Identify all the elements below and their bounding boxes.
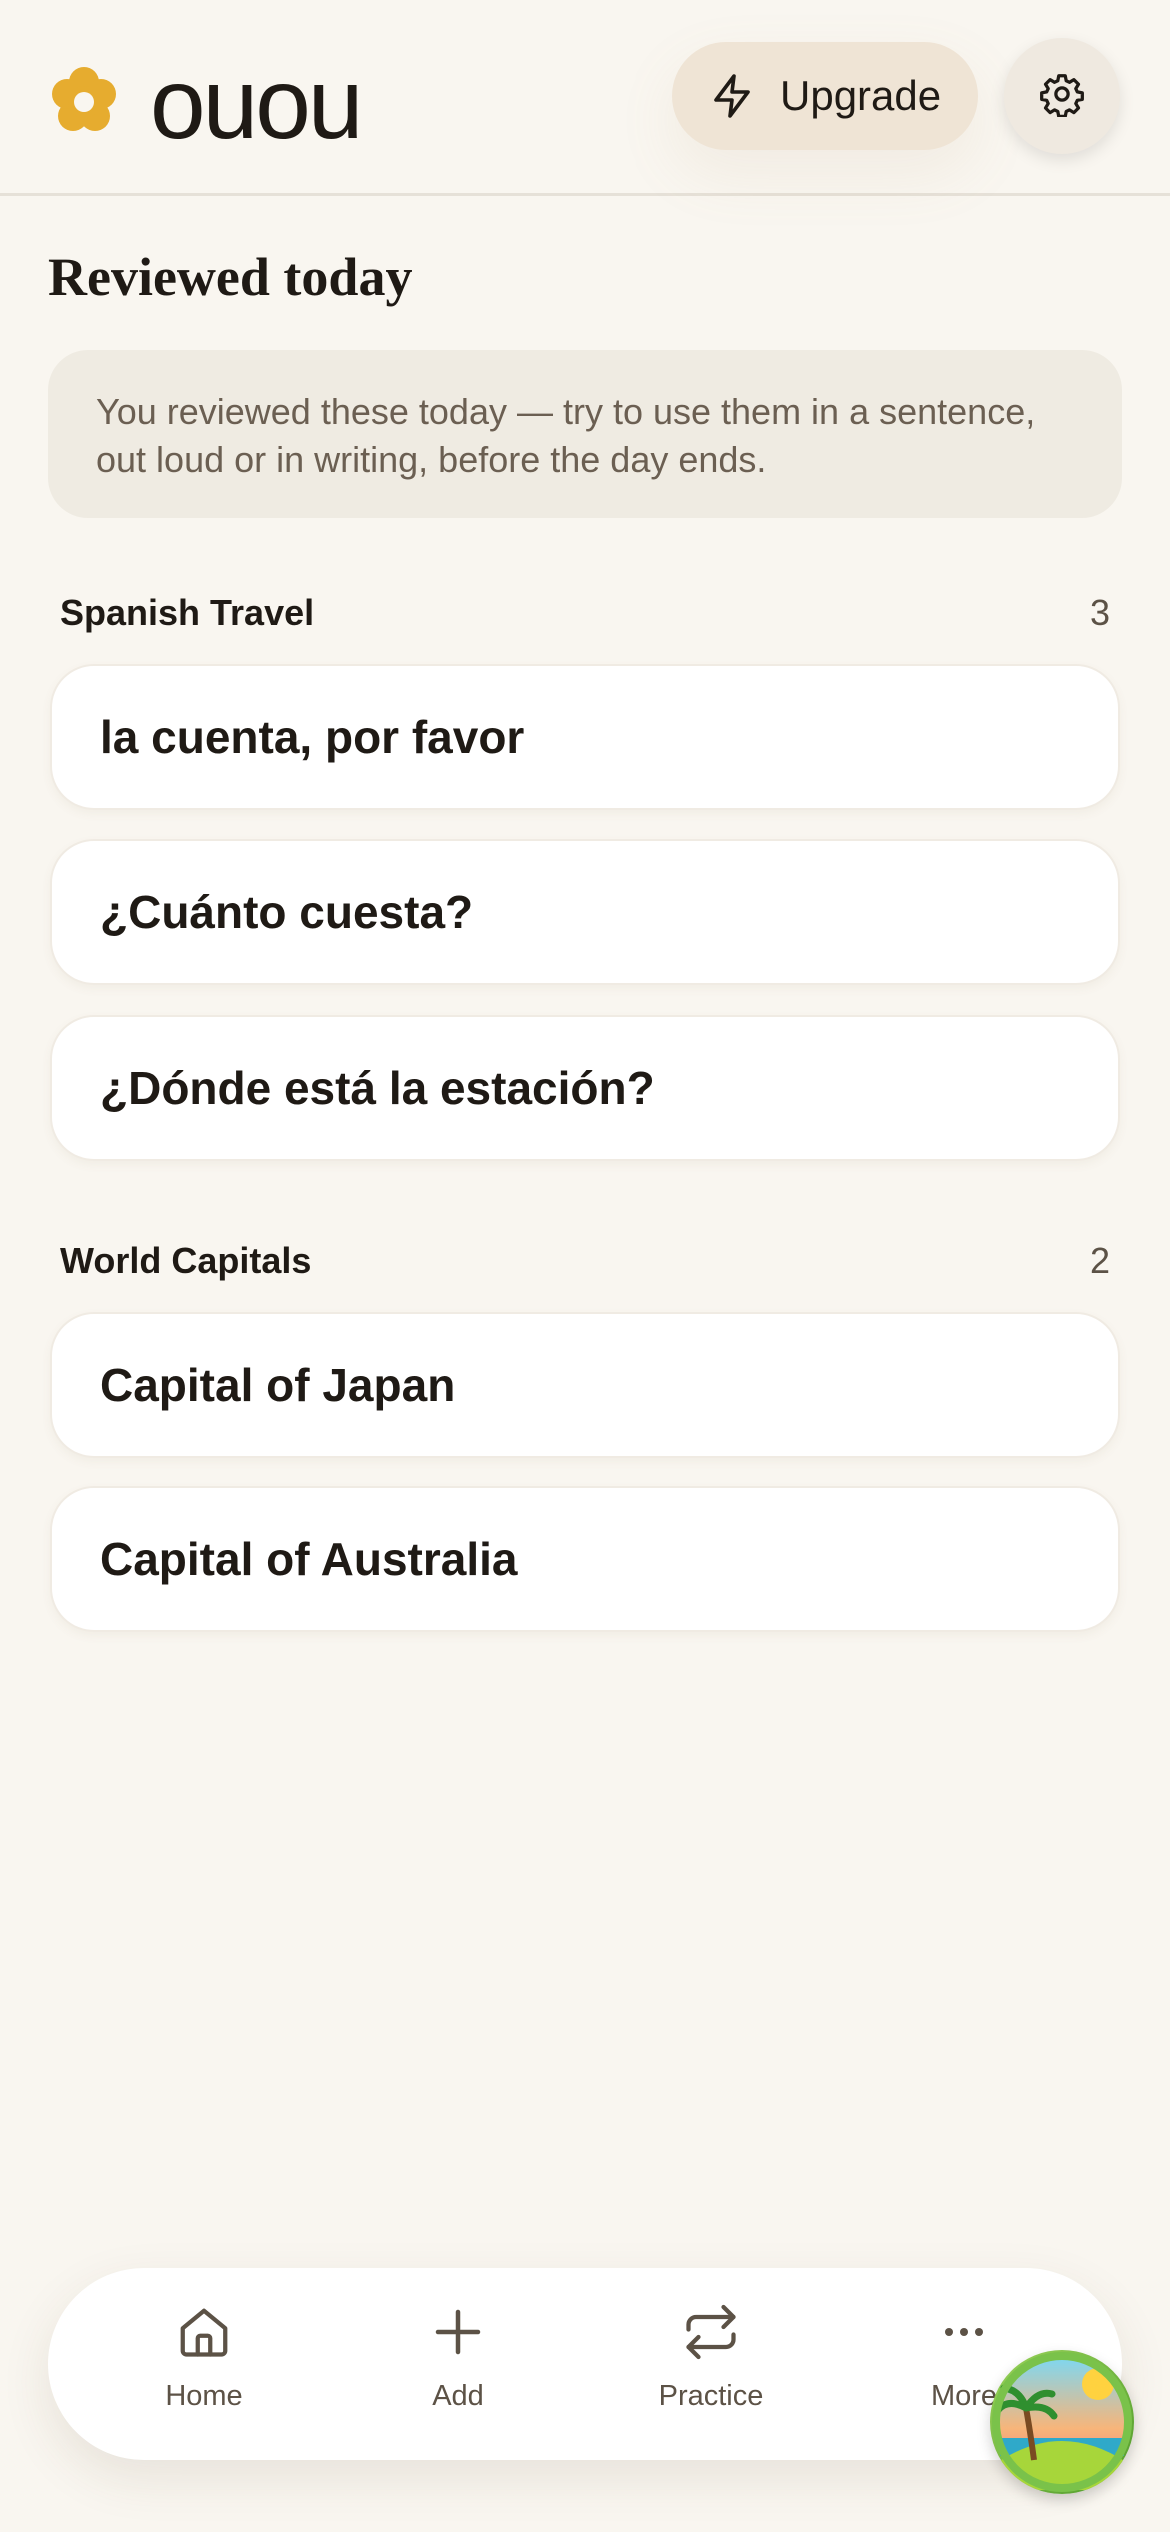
- app-header: ouou Upgrade: [0, 0, 1170, 196]
- deck-name: World Capitals: [60, 1240, 312, 1281]
- nav-label: Add: [432, 2380, 484, 2412]
- deck-header-world-capitals: World Capitals 2: [60, 1240, 1110, 1282]
- card-front-text: Capital of Australia: [100, 1533, 518, 1585]
- app-brand-name: ouou: [150, 48, 363, 160]
- tip-banner: You reviewed these today — try to use th…: [48, 350, 1122, 518]
- lightning-icon: [708, 72, 756, 120]
- deck-count: 3: [1089, 592, 1110, 633]
- beach-avatar[interactable]: [990, 2350, 1134, 2494]
- deck-name: Spanish Travel: [60, 592, 315, 633]
- card-front-text: la cuenta, por favor: [100, 711, 525, 763]
- deck-header-spanish-travel: Spanish Travel 3: [60, 592, 1110, 634]
- nav-label: Home: [165, 2380, 243, 2412]
- nav-item-home[interactable]: Home: [104, 2302, 304, 2413]
- review-card[interactable]: ¿Dónde está la estación?: [50, 1015, 1120, 1161]
- review-card[interactable]: la cuenta, por favor: [50, 664, 1120, 810]
- bottom-nav-bar: Home Add Practice More: [48, 2268, 1122, 2460]
- plus-icon: [428, 2302, 488, 2362]
- settings-button[interactable]: [1004, 38, 1120, 154]
- nav-item-add[interactable]: Add: [358, 2302, 558, 2413]
- flower-logo-icon: [48, 64, 120, 144]
- card-front-text: Capital of Japan: [100, 1359, 456, 1411]
- gear-icon: [1039, 71, 1085, 122]
- upgrade-label: Upgrade: [780, 72, 942, 119]
- nav-label: Practice: [658, 2380, 764, 2412]
- page: ouou Upgrade Reviewed today You reviewed…: [0, 0, 1170, 2532]
- page-title: Reviewed today: [48, 247, 413, 307]
- deck-count: 2: [1089, 1240, 1110, 1281]
- card-front-text: ¿Dónde está la estación?: [100, 1062, 655, 1114]
- review-card[interactable]: Capital of Australia: [50, 1486, 1120, 1632]
- card-front-text: ¿Cuánto cuesta?: [100, 886, 474, 938]
- upgrade-button[interactable]: Upgrade: [672, 42, 978, 150]
- review-card[interactable]: Capital of Japan: [50, 1312, 1120, 1458]
- home-icon: [174, 2302, 234, 2362]
- review-card[interactable]: ¿Cuánto cuesta?: [50, 839, 1120, 985]
- nav-item-practice[interactable]: Practice: [611, 2302, 811, 2413]
- repeat-icon: [681, 2302, 741, 2362]
- more-icon: [934, 2302, 994, 2362]
